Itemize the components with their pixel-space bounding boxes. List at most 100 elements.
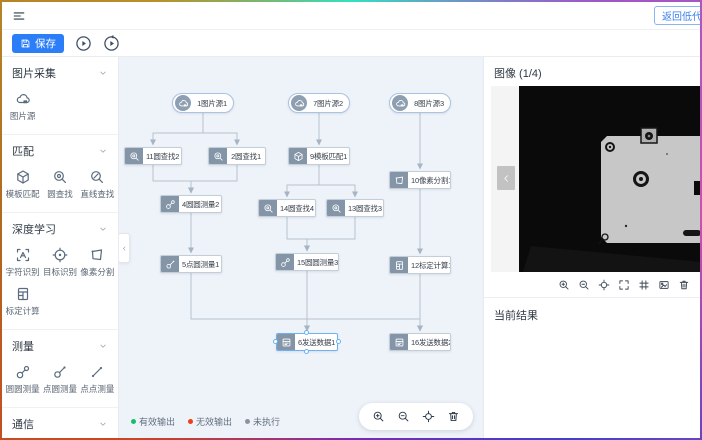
prev-image-button[interactable] xyxy=(497,166,515,190)
sidebar-item[interactable]: 圆圆测量 xyxy=(4,364,41,395)
node-icon-wrap xyxy=(209,148,227,164)
flow-node[interactable]: 11圆查找2 xyxy=(124,147,182,165)
sidebar-item[interactable]: 字符识别 xyxy=(4,247,41,278)
sidebar-item[interactable]: 像素分割 xyxy=(79,247,116,278)
flow-node[interactable]: 6发送数据1 xyxy=(276,333,338,351)
canvas-locate-button[interactable] xyxy=(422,410,435,423)
app-frame: 返回低代 保存 图片采集图片源匹配模板匹配圆查找直线查找深度学习字符识别目标识别… xyxy=(0,0,702,440)
preview-trash-button[interactable] xyxy=(678,279,690,291)
node-port-handle[interactable] xyxy=(304,330,309,335)
run-button[interactable] xyxy=(74,34,92,52)
menu-toggle-button[interactable] xyxy=(12,9,26,23)
node-label: 8图片源3 xyxy=(408,98,450,109)
flow-node[interactable]: 1图片源1 xyxy=(172,93,234,113)
node-icon-wrap xyxy=(392,95,408,111)
flow-node[interactable]: 16发送数据2 xyxy=(389,333,451,351)
node-icon-wrap xyxy=(291,95,307,111)
sidebar-section-header[interactable]: 通信 xyxy=(2,408,118,436)
measure-circle-circle-icon xyxy=(15,364,31,380)
circle-find-icon xyxy=(263,203,274,214)
sidebar-section: 图片采集图片源 xyxy=(2,57,118,135)
node-icon-wrap xyxy=(125,148,143,164)
circle-find-icon xyxy=(129,151,140,162)
node-icon-wrap xyxy=(289,148,307,164)
preview-fullscreen-button[interactable] xyxy=(618,279,630,291)
preview-fit-image-button[interactable] xyxy=(658,279,670,291)
sidebar-section-header[interactable]: 匹配 xyxy=(2,135,118,163)
section-items: 模板匹配圆查找直线查找 xyxy=(2,163,118,212)
sidebar-collapse-handle[interactable] xyxy=(119,233,130,263)
item-label: 圆查找 xyxy=(47,188,73,200)
zoom-out-icon xyxy=(397,410,410,423)
flow-node[interactable]: 15圆圆测量3 xyxy=(275,253,339,271)
calibration-calc-icon xyxy=(394,260,405,271)
sidebar-item[interactable]: 模板匹配 xyxy=(4,169,41,200)
sidebar-item[interactable]: 目标识别 xyxy=(41,247,78,278)
flow-canvas[interactable]: 1图片源1 7图片源2 8图片源3 11圆查找2 2圆查找1 9模板匹配1 10像素分割1 4… xyxy=(119,57,483,438)
sidebar-section-header[interactable]: 深度学习 xyxy=(2,213,118,241)
legend-dot xyxy=(245,419,250,424)
send-data-icon xyxy=(394,337,405,348)
chev-down-icon xyxy=(98,146,108,156)
sidebar-section: 匹配模板匹配圆查找直线查找 xyxy=(2,135,118,213)
sidebar-item[interactable]: 点点测量 xyxy=(79,364,116,395)
sidebar-item[interactable]: 圆查找 xyxy=(41,169,78,200)
item-label: 标定计算 xyxy=(6,305,40,317)
flow-node[interactable]: 2圆查找1 xyxy=(208,147,266,165)
grid-icon xyxy=(638,279,650,291)
flow-node[interactable]: 4圆圆测量2 xyxy=(160,195,222,213)
preview-locate-button[interactable] xyxy=(598,279,610,291)
node-port-handle[interactable] xyxy=(273,339,278,344)
section-items: 图片源 xyxy=(2,85,118,134)
node-label: 7图片源2 xyxy=(307,98,349,109)
flow-node[interactable]: 8图片源3 xyxy=(389,93,451,113)
node-port-handle[interactable] xyxy=(304,349,309,354)
flow-node[interactable]: 7图片源2 xyxy=(288,93,350,113)
node-icon-wrap xyxy=(175,95,191,111)
sidebar-item[interactable]: 标定计算 xyxy=(4,286,41,317)
trash-icon xyxy=(447,410,460,423)
legend-label: 未执行 xyxy=(253,415,280,428)
flow-node[interactable]: 12标定计算1 xyxy=(389,256,451,274)
flow-node[interactable]: 13圆查找3 xyxy=(326,199,384,217)
preview-zoom-in-button[interactable] xyxy=(558,279,570,291)
pixel-segment-icon xyxy=(89,247,105,263)
node-label: 14圆查找4 xyxy=(277,203,315,214)
sidebar-item[interactable]: 直线查找 xyxy=(79,169,116,200)
chevron-down-wrap xyxy=(98,146,108,156)
canvas-trash-button[interactable] xyxy=(447,410,460,423)
cloud-image-icon xyxy=(395,98,406,109)
legend-label: 无效输出 xyxy=(196,415,232,428)
measure-point-point-icon xyxy=(89,364,105,380)
status-legend: 有效输出 无效输出 未执行 xyxy=(131,415,280,428)
flow-node[interactable]: 9模板匹配1 xyxy=(288,147,350,165)
save-button[interactable]: 保存 xyxy=(12,34,64,53)
collapse-icon xyxy=(120,244,129,253)
flow-node[interactable]: 14圆查找4 xyxy=(258,199,316,217)
back-to-lowcode-button[interactable]: 返回低代 xyxy=(654,6,700,25)
node-port-handle[interactable] xyxy=(336,339,341,344)
run-once-button[interactable] xyxy=(102,34,120,52)
section-title: 匹配 xyxy=(12,143,34,159)
item-label: 点圆测量 xyxy=(43,383,77,395)
canvas-zoom-in-button[interactable] xyxy=(372,410,385,423)
item-icon-wrap xyxy=(89,169,105,185)
measure-point-circle-icon xyxy=(52,364,68,380)
flow-node[interactable]: 5点圆测量1 xyxy=(160,255,222,273)
legend-item: 有效输出 xyxy=(131,415,175,428)
sidebar-section-header[interactable]: 测量 xyxy=(2,330,118,358)
flow-node[interactable]: 10像素分割1 xyxy=(389,171,451,189)
sidebar-item[interactable]: 点圆测量 xyxy=(41,364,78,395)
circle-find-icon xyxy=(52,169,68,185)
template-match-icon xyxy=(15,169,31,185)
item-label: 直线查找 xyxy=(80,188,114,200)
canvas-zoom-out-button[interactable] xyxy=(397,410,410,423)
chevron-down-wrap xyxy=(98,419,108,429)
sidebar-item[interactable]: 图片源 xyxy=(4,91,41,122)
chev-down-icon xyxy=(98,224,108,234)
chevron-down-wrap xyxy=(98,341,108,351)
node-icon-wrap xyxy=(276,254,294,270)
preview-grid-button[interactable] xyxy=(638,279,650,291)
preview-zoom-out-button[interactable] xyxy=(578,279,590,291)
sidebar-section-header[interactable]: 图片采集 xyxy=(2,57,118,85)
